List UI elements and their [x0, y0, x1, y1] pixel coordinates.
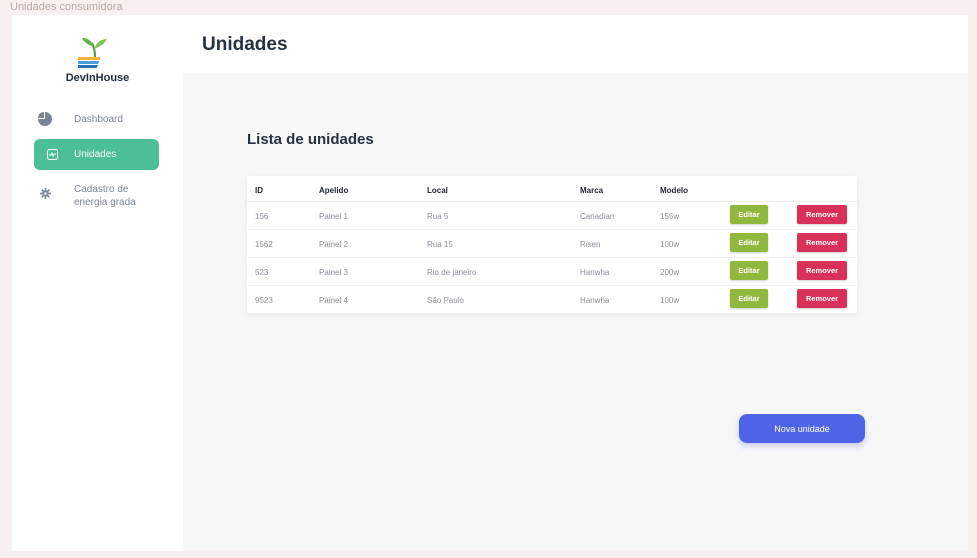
- table-row: 523 Painel 3 Rio de janeiro Hanwha 200w …: [247, 258, 857, 286]
- cell-local: Rua 15: [427, 240, 453, 249]
- cell-modelo: 155w: [660, 212, 680, 221]
- label-line-2: energia grada: [74, 197, 136, 208]
- cell-modelo: 100w: [660, 240, 680, 249]
- table-row: 9523 Painel 4 São Paulo Hanwha 100w Edit…: [247, 286, 857, 314]
- cell-marca: Canadian: [580, 212, 615, 221]
- cell-id: 156: [255, 212, 269, 221]
- sidebar-item-cadastro[interactable]: Cadastro de energia grada: [34, 183, 159, 213]
- sidebar: DevInHouse Dashboard Unidades Cadastro d…: [12, 15, 183, 551]
- section-title: Lista de unidades: [247, 131, 374, 148]
- frame-label: Unidades consumidora: [10, 1, 123, 13]
- header-modelo: Modelo: [660, 186, 688, 195]
- header-id: ID: [255, 186, 263, 195]
- cell-apelido: Painel 3: [319, 268, 348, 277]
- cell-modelo: 200w: [660, 268, 680, 277]
- edit-button[interactable]: Editar: [730, 261, 768, 280]
- header-marca: Marca: [580, 186, 604, 195]
- brand-name: DevInHouse: [65, 72, 130, 84]
- sidebar-item-label: Cadastro de energia grada: [74, 183, 136, 209]
- cell-apelido: Painel 2: [319, 240, 348, 249]
- page-title: Unidades: [202, 34, 288, 55]
- edit-button[interactable]: Editar: [730, 205, 768, 224]
- cell-local: Rio de janeiro: [427, 268, 477, 277]
- header: Unidades: [183, 15, 968, 73]
- cell-marca: Hanwha: [580, 268, 610, 277]
- cell-apelido: Painel 4: [319, 296, 348, 305]
- cell-apelido: Painel 1: [319, 212, 348, 221]
- cell-marca: Hanwha: [580, 296, 610, 305]
- units-table: ID Apelido Local Marca Modelo 156 Painel…: [247, 176, 857, 314]
- sidebar-item-label: Dashboard: [74, 113, 123, 125]
- cell-id: 9523: [255, 296, 273, 305]
- header-apelido: Apelido: [319, 186, 349, 195]
- logo: [78, 38, 107, 68]
- remove-button[interactable]: Remover: [797, 289, 847, 308]
- label-line-1: Cadastro de: [74, 184, 129, 195]
- app-frame: DevInHouse Dashboard Unidades Cadastro d…: [12, 15, 968, 551]
- table-header-row: ID Apelido Local Marca Modelo: [247, 176, 857, 202]
- remove-button[interactable]: Remover: [797, 233, 847, 252]
- cell-modelo: 100w: [660, 296, 680, 305]
- remove-button[interactable]: Remover: [797, 205, 847, 224]
- table-row: 156 Painel 1 Rua 5 Canadian 155w Editar …: [247, 202, 857, 230]
- pie-chart-icon: [34, 112, 56, 126]
- cell-id: 1562: [255, 240, 273, 249]
- sidebar-item-dashboard[interactable]: Dashboard: [34, 110, 159, 128]
- remove-button[interactable]: Remover: [797, 261, 847, 280]
- unit-icon: [46, 149, 58, 160]
- table-row: 1562 Painel 2 Rua 15 Risen 100w Editar R…: [247, 230, 857, 258]
- edit-button[interactable]: Editar: [730, 233, 768, 252]
- sidebar-item-unidades[interactable]: Unidades: [34, 139, 159, 170]
- cell-id: 523: [255, 268, 269, 277]
- edit-button[interactable]: Editar: [730, 289, 768, 308]
- sidebar-item-label: Unidades: [74, 149, 117, 160]
- new-unit-button[interactable]: Nova unidade: [739, 414, 865, 443]
- cell-local: Rua 5: [427, 212, 449, 221]
- cell-local: São Paulo: [427, 296, 464, 305]
- cell-marca: Risen: [580, 240, 601, 249]
- gear-icon: [34, 188, 56, 199]
- header-local: Local: [427, 186, 448, 195]
